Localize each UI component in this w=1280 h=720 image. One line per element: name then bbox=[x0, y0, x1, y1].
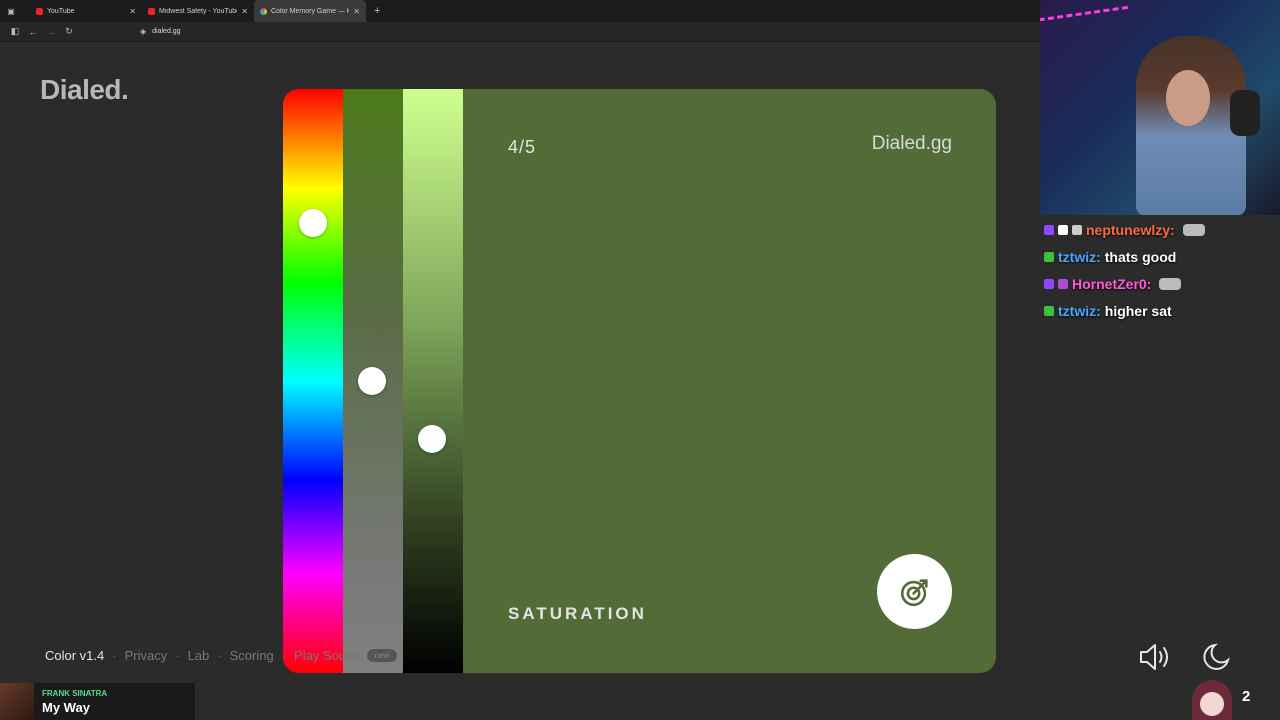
close-icon[interactable]: ✕ bbox=[241, 7, 248, 16]
submit-button[interactable] bbox=[877, 554, 952, 629]
hue-slider-handle[interactable] bbox=[299, 209, 327, 237]
now-playing-artist: FRANK SINATRA bbox=[42, 688, 108, 698]
scoring-link[interactable]: Scoring bbox=[230, 648, 274, 663]
saturation-slider-handle[interactable] bbox=[358, 367, 386, 395]
tab-title: YouTube bbox=[47, 7, 75, 15]
tab-title: Midwest Safety - YouTube bbox=[159, 7, 238, 15]
reload-button[interactable]: ↻ bbox=[60, 26, 78, 37]
mascot-face bbox=[1200, 692, 1224, 716]
url-field[interactable]: ◈ dialed.gg bbox=[140, 27, 181, 36]
theme-toggle-button[interactable] bbox=[1200, 640, 1234, 674]
tab-color-memory-game[interactable]: Color Memory Game — Ho ✕ bbox=[254, 0, 366, 22]
chat-username: HornetZer0: bbox=[1072, 275, 1152, 292]
badge-icon bbox=[1058, 278, 1068, 289]
microphone bbox=[1230, 90, 1260, 136]
hue-slider[interactable] bbox=[283, 89, 343, 673]
close-icon[interactable]: ✕ bbox=[353, 7, 360, 16]
chat-username: tztwiz: bbox=[1058, 248, 1101, 265]
badge-icon bbox=[1044, 251, 1054, 262]
browser-tab-bar: ▣ YouTube ✕ Midwest Safety - YouTube ✕ C… bbox=[0, 0, 1040, 22]
youtube-icon bbox=[36, 7, 43, 15]
brightness-slider[interactable] bbox=[403, 89, 463, 673]
youtube-icon bbox=[148, 7, 155, 15]
chat-message: tztwiz: thats good bbox=[1044, 243, 1276, 270]
brand-label: Dialed.gg bbox=[871, 133, 952, 154]
version-label: Color v1.4 bbox=[45, 648, 105, 663]
tab-midwest-safety[interactable]: Midwest Safety - YouTube ✕ bbox=[142, 0, 254, 22]
back-button[interactable]: ← bbox=[24, 27, 42, 37]
chat-username: neptunewlzy: bbox=[1086, 221, 1175, 238]
game-card: 4/5 Dialed.gg SATURATION bbox=[283, 89, 996, 673]
sidebar-toggle-icon[interactable]: ◧ bbox=[6, 26, 24, 37]
now-playing-widget: FRANK SINATRA My Way bbox=[0, 683, 195, 720]
neon-light bbox=[1040, 5, 1132, 47]
chat-text: higher sat bbox=[1104, 302, 1172, 319]
album-art bbox=[0, 683, 34, 720]
close-icon[interactable]: ✕ bbox=[129, 7, 136, 16]
chat-message: neptunewlzy: bbox=[1044, 216, 1276, 243]
badge-icon bbox=[1072, 224, 1082, 235]
sound-toggle-button[interactable] bbox=[1138, 640, 1174, 674]
now-playing-song: My Way bbox=[42, 699, 90, 715]
site-footer: Color v1.4 · Privacy · Lab · Scoring · P… bbox=[45, 648, 398, 663]
new-tab-button[interactable]: + bbox=[374, 5, 380, 17]
stream-chat: neptunewlzy: tztwiz: thats good HornetZe… bbox=[1044, 216, 1276, 324]
chat-text: thats good bbox=[1104, 248, 1177, 265]
badge-icon bbox=[1044, 305, 1054, 316]
badge-icon bbox=[1044, 278, 1054, 289]
round-counter: 4/5 bbox=[508, 137, 537, 157]
brightness-slider-handle[interactable] bbox=[418, 425, 446, 453]
browser-address-bar: ◧ ← → ↻ ◈ dialed.gg bbox=[0, 22, 1040, 42]
chat-message: HornetZer0: bbox=[1044, 270, 1276, 297]
mode-label: SATURATION bbox=[508, 604, 647, 623]
tab-youtube[interactable]: YouTube ✕ bbox=[30, 0, 142, 22]
emote-icon bbox=[1159, 277, 1182, 290]
separator: · bbox=[281, 648, 287, 663]
separator: · bbox=[175, 648, 180, 663]
emote-icon bbox=[1182, 223, 1205, 236]
speaker-icon bbox=[1140, 644, 1168, 670]
privacy-link[interactable]: Privacy bbox=[125, 648, 168, 663]
target-arrow-icon bbox=[900, 578, 928, 606]
separator: · bbox=[217, 648, 222, 663]
url-text: dialed.gg bbox=[152, 28, 181, 35]
lab-link[interactable]: Lab bbox=[188, 648, 210, 663]
play-sound-link[interactable]: Play Sound bbox=[294, 648, 361, 663]
webcam-overlay bbox=[1040, 0, 1280, 215]
badge-icon bbox=[1058, 224, 1068, 235]
chat-message: tztwiz: higher sat bbox=[1044, 297, 1276, 324]
chat-username: tztwiz: bbox=[1058, 302, 1101, 319]
color-wheel-icon bbox=[260, 7, 267, 15]
streamer-face bbox=[1166, 70, 1210, 126]
viewer-count: 2 bbox=[1242, 688, 1251, 705]
tab-overview-icon[interactable]: ▣ bbox=[6, 6, 16, 16]
tab-title: Color Memory Game — Ho bbox=[271, 7, 350, 15]
moon-icon bbox=[1203, 643, 1230, 670]
new-badge: new bbox=[366, 649, 398, 662]
site-logo[interactable]: Dialed. bbox=[40, 74, 129, 106]
badge-icon bbox=[1044, 224, 1054, 235]
forward-button[interactable]: → bbox=[42, 27, 60, 37]
separator: · bbox=[112, 648, 117, 663]
shield-icon: ◈ bbox=[140, 27, 147, 36]
